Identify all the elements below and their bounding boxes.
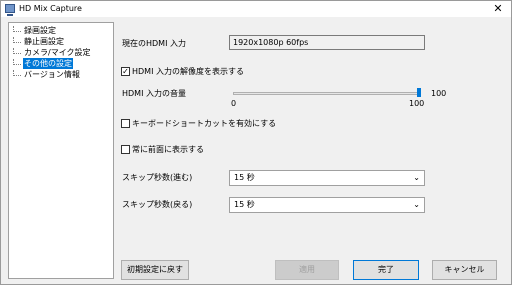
skip-forward-label: スキップ秒数(進む) (122, 173, 193, 182)
title-bar: HD Mix Capture ✕ (1, 1, 511, 17)
chevron-down-icon: ⌄ (413, 200, 420, 209)
tree-item-other[interactable]: その他の設定 (13, 58, 73, 69)
window-title: HD Mix Capture (19, 4, 82, 13)
tree-item-label: バージョン情報 (24, 70, 80, 79)
close-button[interactable]: ✕ (491, 1, 505, 17)
volume-min-label: 0 (231, 99, 237, 108)
skip-forward-value: 15 秒 (234, 173, 255, 182)
always-on-top-label: 常に前面に表示する (132, 144, 204, 154)
tree-branch-icon (13, 48, 21, 54)
reset-defaults-button[interactable]: 初期設定に戻す (121, 260, 189, 280)
apply-button[interactable]: 適用 (275, 260, 339, 280)
settings-window: HD Mix Capture ✕ 録画設定 静止画設定 カメラ/マイク設定 その… (0, 0, 512, 285)
checkbox-box[interactable]: ✓ (121, 66, 130, 76)
checkbox-box[interactable] (121, 144, 130, 154)
tree-item-label: カメラ/マイク設定 (24, 48, 91, 57)
ok-button[interactable]: 完了 (353, 260, 419, 280)
tree-item-camera-mic[interactable]: カメラ/マイク設定 (13, 47, 92, 58)
volume-max-label: 100 (409, 99, 425, 108)
hdmi-input-value: 1920x1080p 60fps (229, 35, 425, 50)
tree-branch-icon (13, 59, 21, 65)
chevron-down-icon: ⌄ (413, 173, 420, 182)
show-resolution-label: HDMI 入力の解像度を表示する (132, 66, 244, 76)
volume-current-value: 100 (431, 89, 447, 98)
tree-branch-icon (13, 26, 21, 32)
app-icon (5, 4, 15, 16)
tree-item-still-image[interactable]: 静止画設定 (13, 36, 65, 47)
tree-item-label: 録画設定 (24, 26, 56, 35)
tree-item-label: 静止画設定 (24, 37, 64, 46)
tree-branch-icon (13, 37, 21, 43)
tree-item-label: その他の設定 (23, 58, 73, 69)
show-resolution-checkbox[interactable]: ✓ HDMI 入力の解像度を表示する (121, 66, 244, 76)
volume-label: HDMI 入力の音量 (122, 89, 186, 98)
tree-item-version[interactable]: バージョン情報 (13, 69, 81, 80)
skip-back-value: 15 秒 (234, 200, 255, 209)
volume-slider-track[interactable] (233, 92, 419, 95)
settings-tree: 録画設定 静止画設定 カメラ/マイク設定 その他の設定 バージョン情報 (8, 22, 114, 279)
checkbox-box[interactable] (121, 118, 130, 128)
always-on-top-checkbox[interactable]: 常に前面に表示する (121, 144, 204, 154)
shortcut-label: キーボードショートカットを有効にする (132, 118, 277, 128)
tree-branch-icon (13, 70, 21, 76)
shortcut-checkbox[interactable]: キーボードショートカットを有効にする (121, 118, 276, 128)
skip-back-select[interactable]: 15 秒 ⌄ (229, 197, 425, 213)
volume-slider-thumb[interactable] (417, 88, 421, 97)
tree-item-recording[interactable]: 録画設定 (13, 25, 57, 36)
hdmi-input-label: 現在のHDMI 入力 (122, 39, 186, 48)
cancel-button[interactable]: キャンセル (432, 260, 497, 280)
skip-back-label: スキップ秒数(戻る) (122, 200, 193, 209)
skip-forward-select[interactable]: 15 秒 ⌄ (229, 170, 425, 186)
